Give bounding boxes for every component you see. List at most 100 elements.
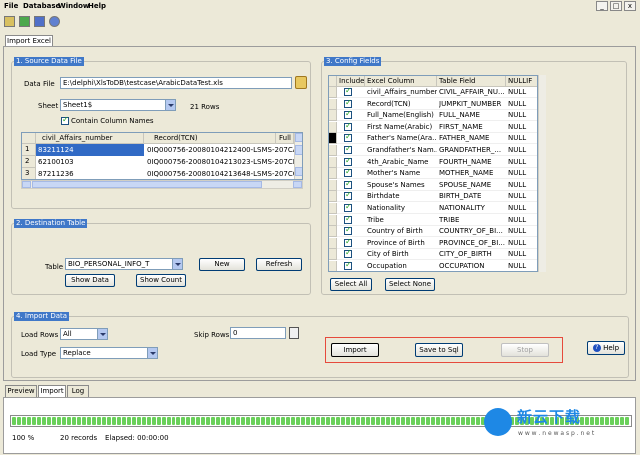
scroll-left-button[interactable] [22,181,31,188]
config-row[interactable]: Full_Name(English)FULL_NAMENULL [329,109,537,122]
config-row[interactable]: Spouse's NamesSPOUSE_NAMENULL [329,179,537,191]
grid-header[interactable]: Full [276,133,294,144]
tab-log[interactable]: Log [67,385,89,397]
include-checkbox[interactable] [344,109,352,120]
menu-database[interactable]: Database [23,2,60,10]
config-scrollbar[interactable] [538,75,546,272]
select-none-button[interactable]: Select None [385,278,435,291]
config-row[interactable]: TribeTRIBENULL [329,214,537,226]
data-file-input[interactable]: E:\delphi\XlsToDB\testcase\ArabicDataTes… [60,77,292,89]
table-field-cell[interactable]: BIRTH_DATE [439,191,505,201]
grid-cell[interactable]: 0IQ000756-20080104213648-LSMS-207CC [144,168,294,179]
config-row[interactable]: NationalityNATIONALITYNULL [329,202,537,214]
config-row[interactable]: OccupationOCCUPATIONNULL [329,260,537,271]
grid-vertical-scrollbar[interactable] [294,133,302,179]
excel-column-cell[interactable]: Occupation [367,261,437,271]
menu-file[interactable]: File [4,2,18,10]
save-to-sql-button[interactable]: Save to Sql [415,343,463,357]
nullif-cell[interactable]: NULL [508,122,537,132]
grid-horizontal-scrollbar[interactable] [21,180,303,189]
table-row[interactable]: 2 62100103 0IQ000756-20080104213023-LSMS… [22,156,294,168]
include-checkbox[interactable] [344,248,352,259]
excel-column-cell[interactable]: Nationality [367,203,437,213]
include-checkbox[interactable] [344,214,352,224]
config-row[interactable]: 4th_Arabic_NameFOURTH_NAMENULL [329,156,537,168]
excel-column-cell[interactable]: First Name(Arabic) [367,122,437,132]
nullif-cell[interactable]: NULL [508,215,537,225]
include-checkbox[interactable] [344,121,352,131]
menu-help[interactable]: Help [88,2,106,10]
excel-column-cell[interactable]: Country of Birth [367,226,437,236]
nullif-cell[interactable]: NULL [508,87,537,97]
nullif-cell[interactable]: NULL [508,110,537,120]
excel-column-cell[interactable]: City of Birth [367,249,437,259]
grid-cell[interactable]: 83211124 [36,144,144,156]
excel-column-cell[interactable]: Record(TCN) [367,99,437,109]
table-field-cell[interactable]: FULL_NAME [439,110,505,120]
show-data-button[interactable]: Show Data [65,274,115,287]
config-row[interactable]: Country of BirthCOUNTRY_OF_BI...NULL [329,225,537,238]
excel-column-cell[interactable]: Full_Name(English) [367,110,437,120]
scroll-right-button[interactable] [293,181,302,188]
table-field-cell[interactable]: GRANDFATHER_... [439,145,505,155]
config-row[interactable]: First Name(Arabic)FIRST_NAMENULL [329,121,537,133]
scroll-h-thumb[interactable] [32,181,262,188]
config-header[interactable]: Table Field [437,76,506,87]
contain-names-checkbox[interactable] [61,115,69,125]
load-rows-select[interactable]: All [60,328,108,340]
table-field-cell[interactable]: PROVINCE_OF_BI... [439,238,505,248]
config-row[interactable]: civil_Affairs_numberCIVIL_AFFAIR_NU...NU… [329,86,537,98]
nullif-cell[interactable]: NULL [508,203,537,213]
table-row[interactable]: 1 83211124 0IQ000756-20080104212400-LSMS… [22,144,294,156]
config-row[interactable]: Grandfather's Nam...GRANDFATHER_...NULL [329,144,537,156]
table-field-cell[interactable]: MOTHER_NAME [439,168,505,178]
table-field-cell[interactable]: CIVIL_AFFAIR_NU... [439,87,505,97]
menu-window[interactable]: Window [58,2,89,10]
help-button[interactable]: ? Help [587,341,625,355]
include-checkbox[interactable] [344,225,352,236]
include-checkbox[interactable] [344,132,352,143]
stop-button[interactable]: Stop [501,343,549,357]
include-checkbox[interactable] [344,237,352,247]
database-icon[interactable] [19,16,30,27]
include-checkbox[interactable] [344,156,352,166]
config-row[interactable]: Father's Name(Ara...FATHER_NAMENULL [329,132,537,145]
table-field-cell[interactable]: CITY_OF_BIRTH [439,249,505,259]
nullif-cell[interactable]: NULL [508,238,537,248]
spin-stepper-icon[interactable] [289,327,299,339]
excel-column-cell[interactable]: Spouse's Names [367,180,437,190]
scroll-thumb[interactable] [295,145,302,155]
nullif-cell[interactable]: NULL [508,133,537,143]
select-all-button[interactable]: Select All [330,278,372,291]
config-row[interactable]: Record(TCN)JUMPKIT_NUMBERNULL [329,98,537,110]
nullif-cell[interactable]: NULL [508,261,537,271]
scroll-down-button[interactable] [295,167,302,176]
table-select[interactable]: BIO_PERSONAL_INFO_T [65,258,183,270]
show-count-button[interactable]: Show Count [136,274,186,287]
table-field-cell[interactable]: SPOUSE_NAME [439,180,505,190]
config-row[interactable]: City of BirthCITY_OF_BIRTHNULL [329,248,537,261]
browse-folder-icon[interactable] [295,76,307,89]
include-checkbox[interactable] [344,144,352,154]
table-field-cell[interactable]: FOURTH_NAME [439,157,505,167]
load-type-select[interactable]: Replace [60,347,158,359]
table-field-cell[interactable]: JUMPKIT_NUMBER [439,99,505,109]
table-row[interactable]: 3 87211236 0IQ000756-20080104213648-LSMS… [22,168,294,179]
include-checkbox[interactable] [344,179,352,189]
excel-column-cell[interactable]: civil_Affairs_number [367,87,437,97]
include-checkbox[interactable] [344,98,352,108]
table-field-cell[interactable]: FIRST_NAME [439,122,505,132]
include-checkbox[interactable] [344,167,352,178]
table-field-cell[interactable]: OCCUPATION [439,261,505,271]
nullif-cell[interactable]: NULL [508,180,537,190]
grid-cell[interactable]: 0IQ000756-20080104213023-LSMS-207CB [144,156,294,168]
import-button[interactable]: Import [331,343,379,357]
refresh-button[interactable]: Refresh [256,258,302,271]
grid-header[interactable]: Record(TCN) [144,133,276,144]
nullif-cell[interactable]: NULL [508,145,537,155]
table-field-cell[interactable]: FATHER_NAME [439,133,505,143]
grid-header[interactable]: civil_Affairs_number [36,133,144,144]
sheet-select[interactable]: Sheet1$ [60,99,176,111]
excel-column-cell[interactable]: Tribe [367,215,437,225]
close-button[interactable]: x [624,1,636,11]
